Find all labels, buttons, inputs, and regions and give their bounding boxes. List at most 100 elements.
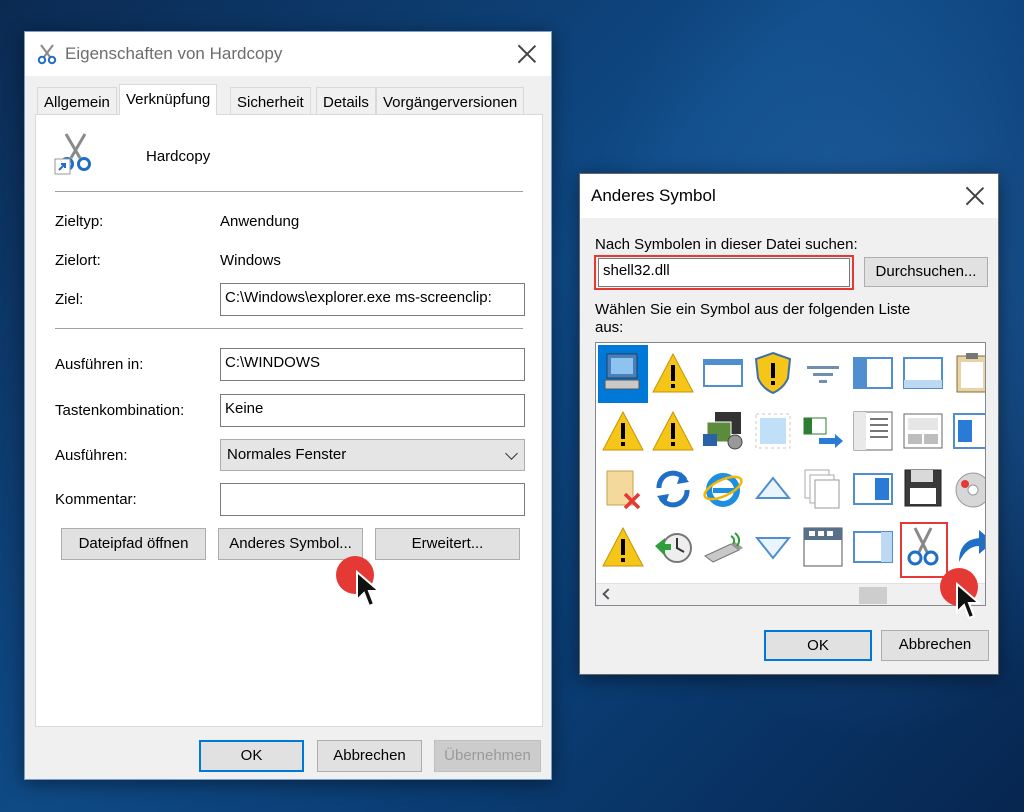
icon-cell[interactable] (648, 461, 698, 519)
icon-cell[interactable] (848, 519, 898, 577)
media-icon (703, 412, 743, 450)
icon-cell[interactable] (698, 519, 748, 577)
icon-cell[interactable] (598, 403, 648, 461)
highlight-box (900, 522, 948, 578)
window-sidebar-icon (853, 531, 893, 563)
separator (55, 328, 523, 329)
icon-cell[interactable] (898, 345, 948, 403)
horizontal-scrollbar[interactable] (596, 583, 985, 605)
icon-cell[interactable] (748, 519, 798, 577)
icon-cell[interactable] (648, 403, 698, 461)
disc-icon (955, 472, 985, 508)
icon-cell[interactable] (948, 345, 985, 403)
tab-previous-versions[interactable]: Vorgängerversionen (376, 87, 525, 114)
icon-cell[interactable] (698, 403, 748, 461)
window-panels-icon (903, 413, 943, 449)
icon-cell[interactable] (798, 519, 848, 577)
icon-cell[interactable] (648, 519, 698, 577)
change-icon-button[interactable]: Anderes Symbol... (218, 528, 363, 560)
tab-security[interactable]: Sicherheit (230, 87, 311, 114)
warning-icon (652, 410, 694, 451)
window-title: Eigenschaften von Hardcopy (65, 44, 283, 63)
start-in-label: Ausführen in: (55, 356, 144, 373)
icon-cell[interactable] (898, 403, 948, 461)
warning-icon (602, 526, 644, 567)
window-title: Anderes Symbol (591, 186, 716, 205)
comment-label: Kommentar: (55, 491, 137, 508)
close-icon[interactable] (965, 186, 985, 206)
shortcut-arrow-icon (959, 530, 985, 562)
icon-cell[interactable] (648, 345, 698, 403)
target-type-value: Anwendung (220, 213, 300, 230)
warning-icon (602, 410, 644, 451)
run-select-value: Normales Fenster (227, 446, 347, 463)
highlight-box (594, 255, 854, 290)
target-label: Ziel: (55, 291, 84, 308)
icon-cell[interactable] (798, 461, 848, 519)
scissors-icon (37, 44, 57, 65)
change-icon-window: Anderes Symbol Nach Symbolen in dieser D… (579, 173, 999, 675)
browse-button[interactable]: Durchsuchen... (864, 257, 988, 287)
icon-cell[interactable] (698, 461, 748, 519)
comment-field[interactable] (220, 483, 525, 516)
triangle-down-icon (754, 537, 792, 560)
icon-cell[interactable] (948, 461, 985, 519)
icon-cell[interactable] (748, 403, 798, 461)
icon-cell[interactable] (848, 345, 898, 403)
target-location-value: Windows (220, 252, 281, 269)
ok-button[interactable]: OK (199, 740, 304, 772)
clock-restore-icon (655, 533, 692, 563)
start-in-field[interactable]: C:\WINDOWS (220, 348, 525, 381)
scrollbar-thumb[interactable] (859, 587, 887, 604)
icon-cell[interactable] (748, 461, 798, 519)
window-icon (703, 359, 743, 387)
triangle-up-icon (754, 476, 792, 499)
icon-cell[interactable] (798, 345, 848, 403)
shortcut-panel: Hardcopy Zieltyp: Anwendung Zielort: Win… (35, 114, 543, 727)
document-list-icon (853, 411, 893, 451)
properties-window: Eigenschaften von Hardcopy Allgemein Ver… (24, 31, 552, 780)
apply-button[interactable]: Übernehmen (434, 740, 541, 772)
icon-cell[interactable] (848, 461, 898, 519)
open-file-location-button[interactable]: Dateipfad öffnen (61, 528, 206, 560)
tab-shortcut[interactable]: Verknüpfung (119, 84, 218, 115)
target-field[interactable]: C:\Windows\explorer.exe ms-screenclip: (220, 283, 525, 316)
run-select[interactable]: Normales Fenster (220, 439, 525, 471)
cancel-button[interactable]: Abbrechen (317, 740, 422, 772)
clipboard-icon (956, 353, 985, 393)
window-frame-icon (903, 357, 943, 389)
shortcut-key-label: Tastenkombination: (55, 402, 185, 419)
advanced-button[interactable]: Erweitert... (375, 528, 520, 560)
icon-cell[interactable] (598, 519, 648, 577)
close-icon[interactable] (517, 44, 537, 64)
icon-cell[interactable] (598, 345, 648, 403)
blank-frame-icon (755, 413, 791, 449)
icon-cell[interactable] (848, 403, 898, 461)
chevron-left-icon[interactable] (602, 588, 614, 600)
icon-cell[interactable] (948, 403, 985, 461)
window-sidebar-icon (853, 357, 893, 389)
ok-button[interactable]: OK (764, 630, 872, 661)
window-split-icon (853, 473, 893, 505)
tab-details[interactable]: Details (316, 87, 376, 114)
cancel-button[interactable]: Abbrechen (881, 630, 989, 661)
search-file-label: Nach Symbolen in dieser Datei suchen: (595, 236, 858, 253)
shortcut-scissors-icon (54, 133, 91, 175)
run-label: Ausführen: (55, 447, 128, 464)
icon-cell[interactable] (898, 461, 948, 519)
icon-cell[interactable] (598, 461, 648, 519)
shield-warning-icon (754, 351, 792, 395)
warning-icon (652, 352, 694, 393)
title-bar: Anderes Symbol (580, 174, 998, 218)
computer-icon (604, 353, 640, 390)
usb-drive-icon (704, 532, 743, 563)
window-blue-icon (953, 413, 985, 449)
icon-cell[interactable] (748, 345, 798, 403)
icon-cell[interactable] (798, 403, 848, 461)
shortcut-key-field[interactable]: Keine (220, 394, 525, 427)
note-delete-icon (606, 470, 641, 510)
icon-cell[interactable] (698, 345, 748, 403)
internet-explorer-icon (703, 473, 743, 507)
target-type-label: Zieltyp: (55, 213, 104, 230)
tab-general[interactable]: Allgemein (37, 87, 117, 114)
